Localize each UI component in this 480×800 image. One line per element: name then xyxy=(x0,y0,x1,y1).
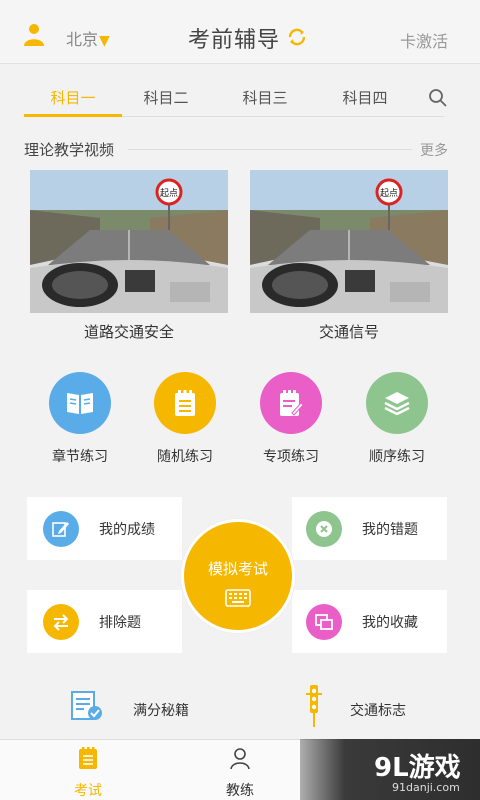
tips-link[interactable]: 满分秘籍 xyxy=(133,700,189,720)
practice-label: 章节练习 xyxy=(52,449,108,465)
traffic-signs-link[interactable]: 交通标志 xyxy=(350,700,406,720)
search-icon[interactable] xyxy=(428,88,448,108)
my-mistakes-button[interactable]: 我的错题 xyxy=(292,497,447,560)
driving-scene-image: 起点 xyxy=(30,170,228,313)
card-label: 我的成绩 xyxy=(99,522,155,538)
practice-label: 随机练习 xyxy=(157,449,213,465)
watermark-url: 91danji.com xyxy=(392,781,460,794)
nav-label: 教练 xyxy=(226,783,254,799)
keyboard-icon xyxy=(225,589,251,607)
nav-label: 考试 xyxy=(74,783,102,799)
user-icon[interactable] xyxy=(22,22,46,46)
nav-item-exam[interactable]: 考试 xyxy=(58,746,118,800)
exclude-questions-button[interactable]: 排除题 xyxy=(27,590,182,653)
notepad-edit-icon xyxy=(260,372,322,434)
mock-exam-label: 模拟考试 xyxy=(207,560,268,578)
header-bar: 北京▼ 考前辅导 卡激活 xyxy=(0,0,480,64)
more-link[interactable]: 更多 xyxy=(420,140,448,160)
sign-text: 起点 xyxy=(380,188,398,199)
swap-icon xyxy=(43,604,79,640)
practice-label: 顺序练习 xyxy=(369,449,425,465)
nav-item-coach[interactable]: 教练 xyxy=(210,746,270,800)
driving-scene-image: 起点 xyxy=(250,170,448,313)
tab-subject-1[interactable]: 科目一 xyxy=(23,87,123,108)
video-thumbnail-road-safety[interactable]: 起点 xyxy=(30,170,228,313)
sequential-practice-button[interactable]: 顺序练习 xyxy=(352,372,442,466)
watermark-logo: 9L游戏 91danji.com xyxy=(300,739,480,800)
section-divider xyxy=(128,149,412,150)
practice-label: 专项练习 xyxy=(263,449,319,465)
layers-icon xyxy=(366,372,428,434)
person-icon xyxy=(230,748,250,770)
video-label-traffic-signals: 交通信号 xyxy=(318,323,379,341)
card-activate-link[interactable]: 卡激活 xyxy=(400,28,448,52)
sign-text: 起点 xyxy=(160,188,178,199)
collection-icon xyxy=(306,604,342,640)
tab-subject-4[interactable]: 科目四 xyxy=(315,87,415,108)
close-circle-icon xyxy=(306,511,342,547)
chevron-down-icon: ▼ xyxy=(99,33,110,49)
city-selector[interactable]: 北京▼ xyxy=(66,26,110,50)
special-practice-button[interactable]: 专项练习 xyxy=(246,372,336,466)
mock-exam-button[interactable]: 模拟考试 xyxy=(181,519,295,633)
watermark-text: 9L游戏 xyxy=(374,753,461,783)
card-label: 排除题 xyxy=(99,615,141,631)
book-icon xyxy=(49,372,111,434)
tab-subject-3[interactable]: 科目三 xyxy=(215,87,315,108)
tab-subject-2[interactable]: 科目二 xyxy=(116,87,216,108)
document-check-icon[interactable] xyxy=(70,690,104,722)
active-tab-indicator xyxy=(24,114,122,117)
video-label-road-safety: 道路交通安全 xyxy=(83,323,174,341)
traffic-light-icon[interactable] xyxy=(305,684,323,728)
my-scores-button[interactable]: 我的成绩 xyxy=(27,497,182,560)
card-label: 我的收藏 xyxy=(362,615,418,631)
page-title: 考前辅导 xyxy=(188,28,281,53)
my-favorites-button[interactable]: 我的收藏 xyxy=(292,590,447,653)
edit-icon xyxy=(43,511,79,547)
video-thumbnail-traffic-signals[interactable]: 起点 xyxy=(250,170,448,313)
city-name: 北京 xyxy=(66,30,99,49)
card-label: 我的错题 xyxy=(362,522,418,538)
notepad-icon xyxy=(79,747,97,769)
random-practice-button[interactable]: 随机练习 xyxy=(140,372,230,466)
section-title: 理论教学视频 xyxy=(24,141,115,159)
chapter-practice-button[interactable]: 章节练习 xyxy=(35,372,125,466)
notepad-icon xyxy=(154,372,216,434)
refresh-icon[interactable] xyxy=(286,26,308,48)
subject-tabs: 科目一 科目二 科目三 科目四 xyxy=(0,64,480,118)
